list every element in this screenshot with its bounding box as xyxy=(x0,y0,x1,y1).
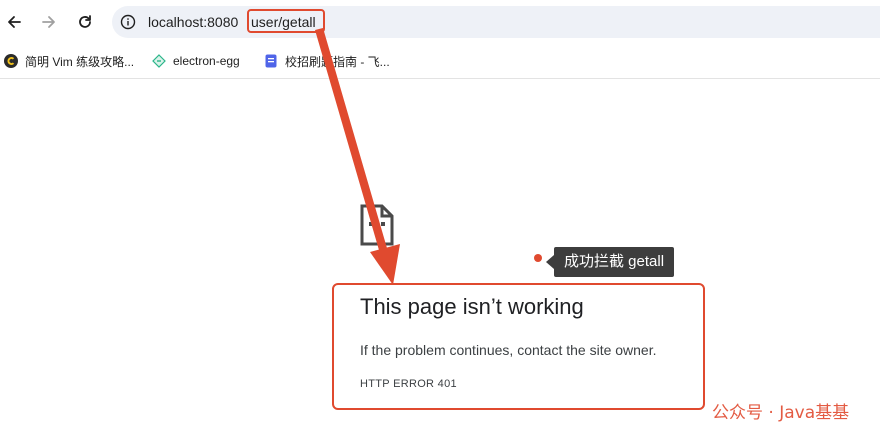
bookmark-electron-egg[interactable]: electron-egg xyxy=(152,52,240,70)
callout-dot xyxy=(534,254,542,262)
egg-icon xyxy=(152,54,166,68)
bookmark-interview-guide[interactable]: 校招刷题指南 - 飞... xyxy=(264,52,390,70)
doc-icon xyxy=(264,54,278,68)
forward-button[interactable] xyxy=(37,10,61,34)
info-icon[interactable] xyxy=(120,14,136,30)
address-bar[interactable]: localhost:8080 user/getall xyxy=(112,6,880,38)
watermark: 公众号 · Java基基 xyxy=(712,403,850,423)
arrow-right-icon xyxy=(42,16,55,28)
error-message: If the problem continues, contact the si… xyxy=(360,342,657,358)
broken-page-icon xyxy=(360,204,394,246)
url-host: localhost:8080 xyxy=(148,14,239,30)
annotation-callout: 成功拦截 getall xyxy=(545,247,675,277)
back-button[interactable] xyxy=(2,10,26,34)
browser-toolbar: localhost:8080 user/getall xyxy=(0,0,880,44)
error-title: This page isn’t working xyxy=(360,294,584,319)
c-logo-icon xyxy=(4,54,18,68)
error-code: HTTP ERROR 401 xyxy=(360,378,457,390)
arrow-left-icon xyxy=(8,16,21,28)
reload-icon xyxy=(79,15,91,28)
bookmarks-bar: 简明 Vim 练级攻略... electron-egg 校招刷题指南 - 飞..… xyxy=(0,44,880,79)
bookmark-vim[interactable]: 简明 Vim 练级攻略... xyxy=(4,52,134,70)
url-path-highlight xyxy=(247,9,325,33)
reload-button[interactable] xyxy=(73,10,97,34)
